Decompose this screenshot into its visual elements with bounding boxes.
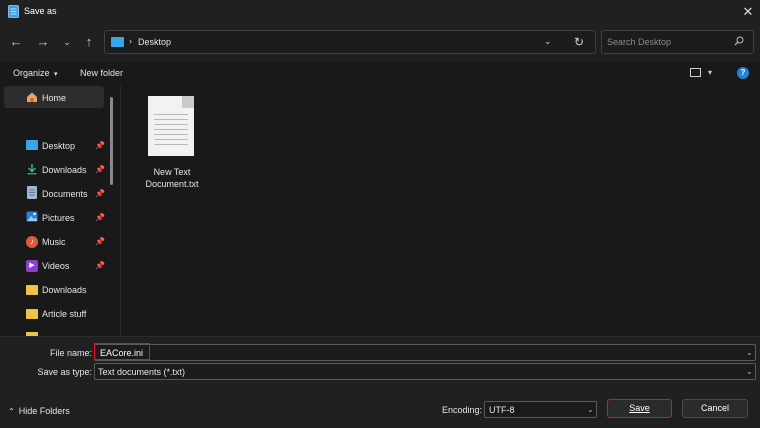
videos-icon: ▶	[26, 260, 38, 272]
refresh-icon[interactable]: ↻	[571, 33, 587, 51]
chevron-down-icon[interactable]: ⌄	[746, 348, 753, 357]
folder-icon	[26, 285, 38, 295]
sidebar-item-label: Home	[42, 93, 67, 103]
search-input[interactable]: Search Desktop	[607, 37, 671, 47]
organize-button[interactable]: Organize ▾	[13, 68, 58, 78]
view-chevron-icon[interactable]: ▾	[708, 68, 712, 77]
sidebar-item-label: Desktop	[42, 141, 76, 151]
pin-icon: 📌	[95, 189, 105, 198]
up-arrow-icon[interactable]: ↑	[80, 33, 98, 51]
sidebar-item-label: Music	[42, 237, 66, 247]
hide-folders-button[interactable]: ⌃ Hide Folders	[8, 406, 70, 416]
address-history-chevron-icon[interactable]: ⌄	[544, 36, 552, 47]
back-arrow-icon[interactable]: ←	[7, 33, 25, 51]
save-type-label: Save as type:	[37, 367, 92, 377]
music-icon: ♪	[26, 236, 38, 248]
text-line	[154, 124, 188, 125]
save-type-select[interactable]	[94, 363, 756, 380]
pin-icon: 📌	[95, 261, 105, 270]
pin-icon: 📌	[95, 213, 105, 222]
save-button[interactable]: Save	[607, 399, 672, 418]
notepad-icon	[8, 5, 19, 18]
hide-folders-label: Hide Folders	[18, 406, 70, 416]
encoding-label: Encoding:	[441, 405, 482, 415]
sidebar-item-label: Videos	[42, 261, 70, 271]
title-bar	[0, 0, 760, 24]
folder-icon	[26, 309, 38, 319]
view-options-icon[interactable]	[690, 68, 701, 77]
page-fold	[182, 96, 194, 108]
chevron-down-icon[interactable]: ⌄	[746, 367, 753, 376]
sidebar-item-label: Downloads	[42, 165, 87, 175]
sidebar-item-label: Documents	[42, 189, 88, 199]
home-icon	[27, 92, 37, 102]
sidebar-item-label: Article stuff	[42, 309, 87, 319]
text-line	[154, 119, 188, 120]
close-icon[interactable]: ✕	[738, 3, 758, 21]
window-title: Save as	[24, 6, 57, 16]
chevron-up-icon: ⌃	[8, 407, 15, 416]
organize-label: Organize	[13, 68, 50, 78]
file-name-field[interactable]	[94, 344, 756, 361]
recent-locations-chevron-icon[interactable]: ⌄	[58, 33, 76, 51]
file-name-highlight	[94, 343, 150, 360]
sidebar-scrollbar[interactable]	[110, 97, 113, 185]
sidebar-item-label: Downloads	[42, 285, 87, 295]
chevron-down-icon[interactable]: ⌄	[587, 405, 594, 414]
pin-icon: 📌	[95, 165, 105, 174]
forward-arrow-icon[interactable]: →	[34, 33, 52, 51]
save-type-value[interactable]: Text documents (*.txt)	[98, 367, 185, 377]
file-name-line: Document.txt	[145, 179, 199, 189]
text-line	[154, 139, 188, 140]
sidebar-item-label: Pictures	[42, 213, 75, 223]
new-folder-button[interactable]: New folder	[80, 68, 123, 78]
pictures-icon	[26, 211, 38, 222]
pane-divider	[120, 86, 121, 336]
chevron-down-icon: ▾	[54, 71, 58, 78]
cancel-button[interactable]: Cancel	[682, 399, 748, 418]
breadcrumb-chevron-icon[interactable]: ›	[129, 36, 132, 46]
text-line	[154, 134, 188, 135]
breadcrumb-location[interactable]: Desktop	[138, 37, 171, 47]
file-name-line: New Text	[153, 167, 191, 177]
address-bar[interactable]	[104, 30, 596, 54]
text-line	[154, 114, 188, 115]
encoding-value[interactable]: UTF-8	[489, 405, 515, 415]
desktop-folder-icon	[111, 37, 124, 47]
text-line	[154, 129, 188, 130]
pin-icon: 📌	[95, 237, 105, 246]
pin-icon: 📌	[95, 141, 105, 150]
file-name-label: File name:	[49, 348, 92, 358]
text-line	[154, 144, 188, 145]
search-icon[interactable]	[734, 36, 744, 46]
documents-icon	[27, 186, 37, 199]
desktop-folder-icon	[26, 140, 38, 150]
file-item-label[interactable]: New Text Document.txt	[136, 166, 208, 190]
download-icon	[27, 164, 37, 175]
help-icon[interactable]: ?	[737, 67, 749, 79]
